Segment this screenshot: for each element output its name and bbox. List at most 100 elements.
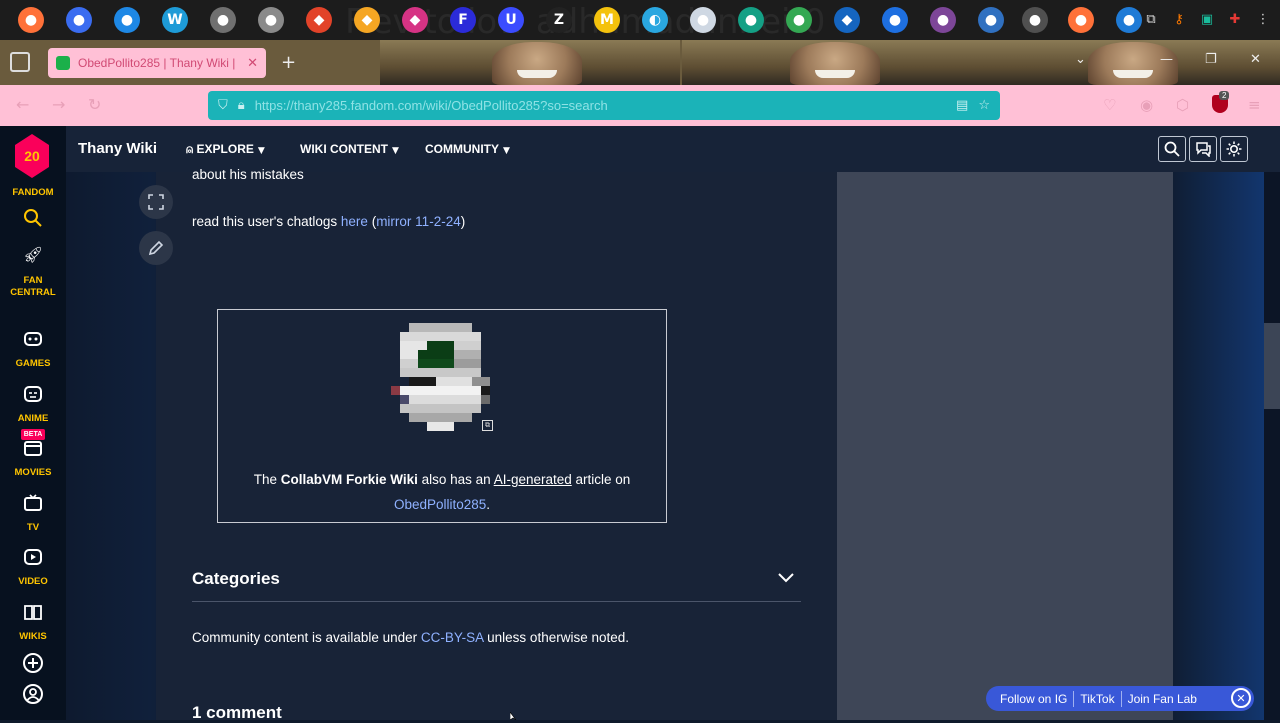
menu-icon[interactable]: ⋮ — [1254, 10, 1272, 28]
movie-clapper-icon[interactable] — [22, 437, 44, 459]
book-icon[interactable] — [22, 601, 44, 623]
u-app-icon[interactable]: U — [498, 7, 524, 33]
fox-pink-icon[interactable]: ◆ — [402, 7, 428, 33]
reload-icon[interactable]: ↻ — [88, 95, 101, 114]
minimize-icon[interactable]: — — [1160, 52, 1173, 67]
fullscreen-button[interactable] — [139, 185, 173, 219]
mirror-link[interactable]: mirror 11-2-24 — [376, 214, 461, 229]
search-icon[interactable] — [22, 207, 44, 229]
ai-notice-article-on: article on — [571, 472, 631, 487]
tiktok-link[interactable]: TikTok — [1074, 692, 1120, 706]
orb-icon[interactable]: ● — [690, 7, 716, 33]
tab-list-button[interactable] — [10, 52, 30, 72]
close-window-icon[interactable]: ✕ — [1250, 52, 1261, 67]
anime-face-icon[interactable] — [22, 383, 44, 405]
url-text[interactable]: https://thany285.fandom.com/wiki/ObedPol… — [255, 98, 946, 113]
fandom-logo[interactable]: 20 — [15, 134, 49, 178]
cc-by-sa-link[interactable]: CC-BY-SA — [421, 630, 484, 645]
k-app-icon[interactable]: ● — [978, 7, 1004, 33]
ai-generated-link[interactable]: AI-generated — [494, 472, 572, 487]
settings-app-icon[interactable]: ● — [1022, 7, 1048, 33]
chevron-down-icon: ▼ — [392, 146, 399, 156]
waterfox-icon[interactable]: W — [162, 7, 188, 33]
m-app-icon[interactable]: M — [594, 7, 620, 33]
chevron-down-icon[interactable]: ⌄ — [1075, 52, 1086, 67]
shield-icon[interactable]: ⛉ — [218, 98, 228, 113]
firefox-icon[interactable]: ● — [18, 7, 44, 33]
discussions-button[interactable] — [1189, 136, 1217, 162]
video-label[interactable]: VIDEO — [0, 576, 66, 588]
tab-active[interactable]: ObedPollito285 | Thany Wiki | F ✕ — [48, 48, 266, 78]
forward-arrow-icon[interactable]: → — [52, 95, 65, 114]
edge-icon[interactable]: ● — [1116, 7, 1142, 33]
tv-label[interactable]: TV — [0, 522, 66, 534]
leaf-icon[interactable]: ● — [738, 7, 764, 33]
z-app-icon[interactable]: Z — [546, 7, 572, 33]
key-icon[interactable]: ⚷ — [1170, 10, 1188, 28]
lock-icon[interactable]: 🔒︎ — [238, 98, 245, 113]
add-circle-icon[interactable] — [22, 652, 44, 674]
reader-view-icon[interactable]: ▤ — [956, 98, 968, 113]
image-expand-icon[interactable]: ⧉ — [482, 420, 493, 431]
bookmark-star-icon[interactable]: ☆ — [978, 98, 990, 113]
movies-label[interactable]: MOVIES — [0, 467, 66, 479]
firefox-dev-icon[interactable]: ● — [114, 7, 140, 33]
extensions-icon[interactable]: ⬡ — [1176, 96, 1189, 114]
community-menu[interactable]: COMMUNITY ▼ — [425, 142, 510, 156]
chrome-icon[interactable]: ● — [786, 7, 812, 33]
obedpollito-link[interactable]: ObedPollito285 — [394, 497, 486, 512]
wiki-search-button[interactable] — [1158, 136, 1186, 162]
scrollbar[interactable] — [1264, 126, 1280, 720]
firefox-alt-icon[interactable]: ● — [1068, 7, 1094, 33]
categories-heading[interactable]: Categories — [192, 569, 280, 589]
gamepad-icon[interactable] — [22, 328, 44, 350]
chevron-down-icon: ▼ — [257, 146, 265, 156]
bug-icon[interactable]: ● — [258, 7, 284, 33]
pocket-icon[interactable]: ♡ — [1103, 96, 1116, 114]
copy-icon[interactable]: ⧉ — [1142, 10, 1160, 28]
compass-icon[interactable]: ◐ — [642, 7, 668, 33]
url-bar[interactable]: ⛉ 🔒︎ https://thany285.fandom.com/wiki/Ob… — [208, 91, 1000, 120]
follow-ig-link[interactable]: Follow on IG — [994, 692, 1073, 706]
join-fan-lab-link[interactable]: Join Fan Lab — [1122, 692, 1203, 706]
play-video-icon[interactable] — [22, 546, 44, 568]
games-label[interactable]: GAMES — [0, 358, 66, 370]
hamburger-menu-icon[interactable]: ≡ — [1248, 96, 1261, 114]
chevron-down-icon[interactable] — [776, 568, 796, 588]
explore-menu[interactable]: ⍝︎ EXPLORE ▼ — [186, 142, 265, 157]
back-arrow-icon[interactable]: ← — [16, 95, 29, 114]
anime-label[interactable]: ANIME — [0, 413, 66, 425]
explore-label: EXPLORE — [196, 142, 254, 156]
ai-notice-link-line: ObedPollito285. — [217, 497, 667, 512]
close-icon[interactable]: ✕ — [1231, 688, 1251, 708]
shield-tray-icon[interactable]: ✚ — [1226, 10, 1244, 28]
wiki-content-menu[interactable]: WIKI CONTENT ▼ — [300, 142, 399, 156]
license-notice: Community content is available under CC-… — [192, 630, 629, 645]
account-icon[interactable]: ◉ — [1140, 96, 1153, 114]
restore-icon[interactable]: ❐ — [1205, 52, 1217, 67]
rocket-icon[interactable]: 🚀︎ — [22, 243, 44, 265]
fandom-label[interactable]: FANDOM — [0, 187, 66, 199]
new-tab-button[interactable]: + — [281, 52, 296, 73]
raccoon-icon[interactable]: ● — [210, 7, 236, 33]
chatlogs-here-link[interactable]: here — [341, 214, 368, 229]
fan-central-label[interactable]: FAN CENTRAL — [0, 275, 66, 299]
f-app-icon[interactable]: F — [450, 7, 476, 33]
firefox-nightly-icon[interactable]: ● — [66, 7, 92, 33]
fox-icon[interactable]: ◆ — [354, 7, 380, 33]
ai-notice-also: also has an — [417, 472, 494, 487]
f-icon[interactable]: ▣ — [1198, 10, 1216, 28]
scrollbar-thumb[interactable] — [1264, 323, 1280, 409]
wiki-name[interactable]: Thany Wiki — [78, 140, 157, 157]
tab-close-icon[interactable]: ✕ — [247, 56, 258, 71]
wikis-label[interactable]: WIKIS — [0, 631, 66, 643]
edit-button[interactable] — [139, 231, 173, 265]
pencil-icon — [148, 240, 164, 256]
user-account-icon[interactable] — [22, 683, 44, 705]
gitlab-icon[interactable]: ◆ — [306, 7, 332, 33]
theme-toggle-button[interactable] — [1220, 136, 1248, 162]
tv-icon[interactable] — [22, 492, 44, 514]
globe-icon[interactable]: ● — [882, 7, 908, 33]
diamond-icon[interactable]: ◆ — [834, 7, 860, 33]
tor-icon[interactable]: ● — [930, 7, 956, 33]
